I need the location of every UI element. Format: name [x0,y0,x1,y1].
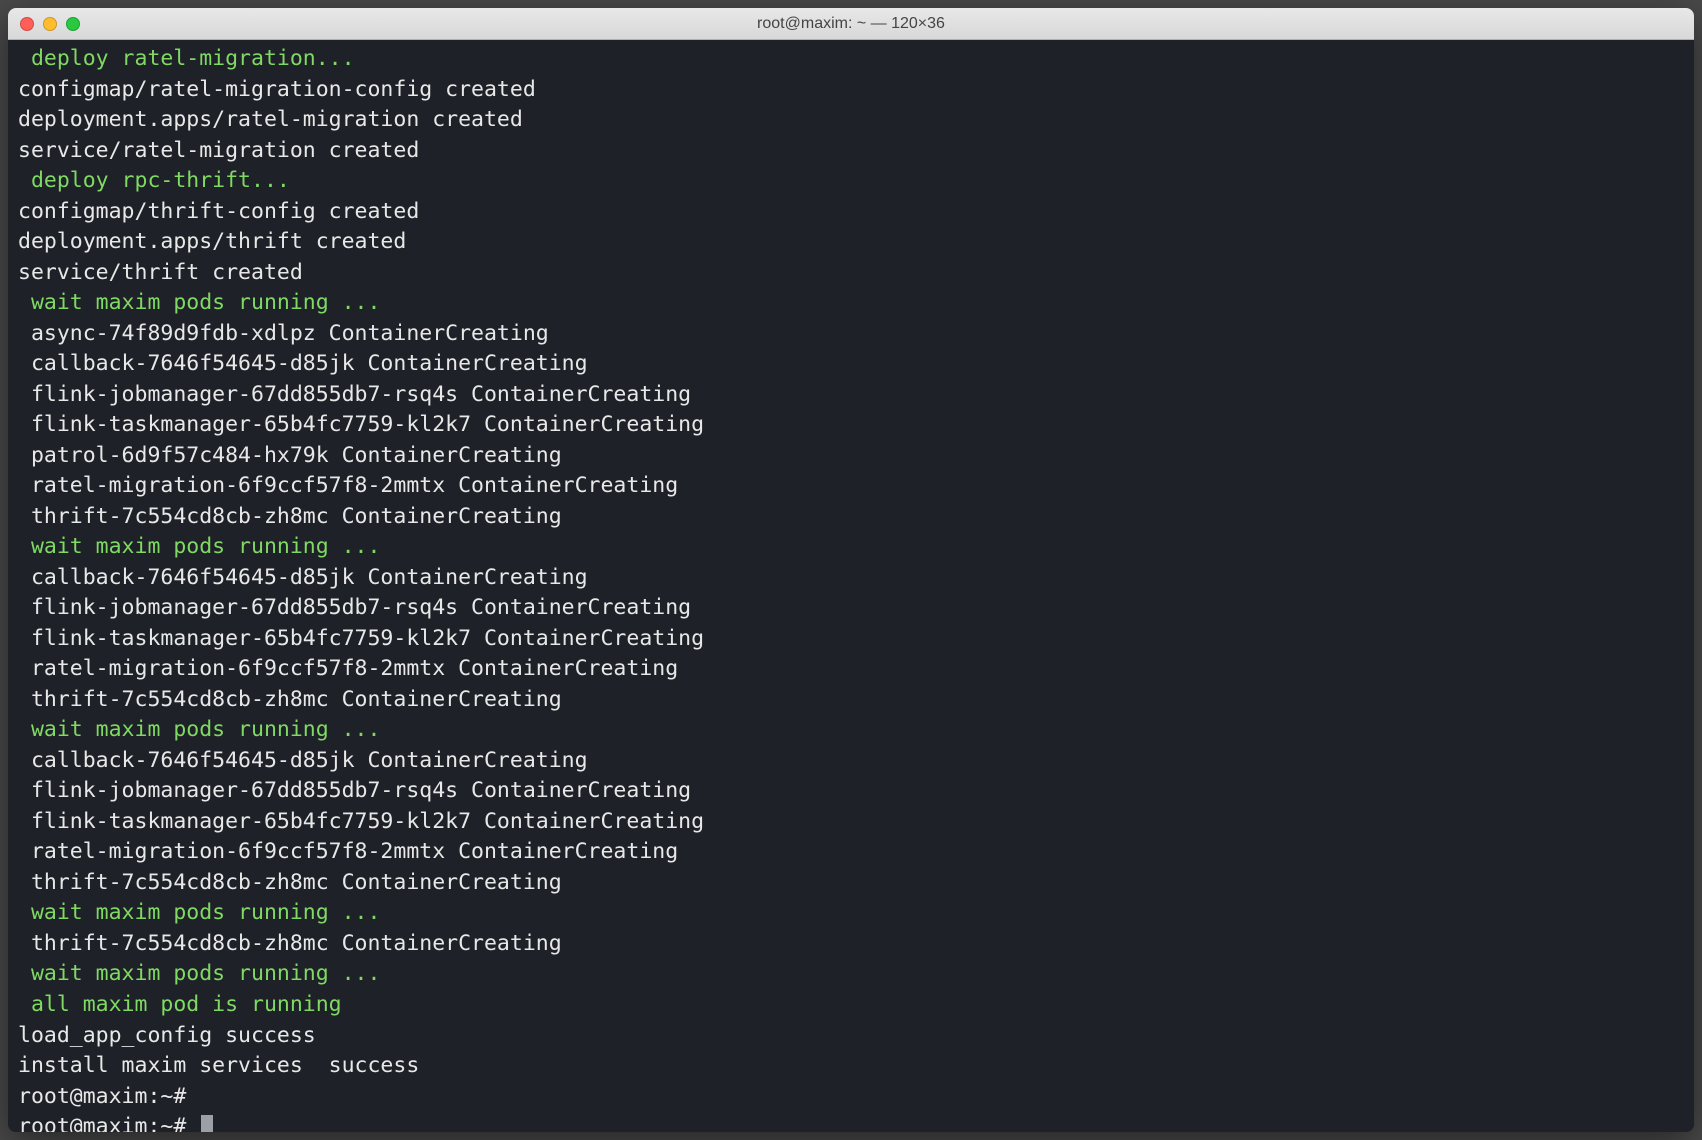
prompt-line: root@maxim:~# [18,1082,1684,1113]
shell-prompt: root@maxim:~# [18,1084,199,1109]
terminal-text: deploy rpc-thrift... [18,168,290,193]
terminal-body[interactable]: deploy ratel-migration... configmap/ratel… [8,40,1694,1132]
terminal-line: flink-taskmanager-65b4fc7759-kl2k7 Conta… [18,624,1684,655]
terminal-text: callback-7646f54645-d85jk ContainerCreat… [18,748,588,773]
terminal-text: flink-jobmanager-67dd855db7-rsq4s Contai… [18,382,691,407]
terminal-line: thrift-7c554cd8cb-zh8mc ContainerCreatin… [18,685,1684,716]
terminal-text: thrift-7c554cd8cb-zh8mc ContainerCreatin… [18,870,562,895]
terminal-text: load_app_config success [18,1023,316,1048]
terminal-text: thrift-7c554cd8cb-zh8mc ContainerCreatin… [18,931,562,956]
terminal-text: flink-taskmanager-65b4fc7759-kl2k7 Conta… [18,412,704,437]
terminal-text: install maxim services success [18,1053,419,1078]
prompt-line: root@maxim:~# [18,1112,1684,1132]
terminal-line: callback-7646f54645-d85jk ContainerCreat… [18,349,1684,380]
terminal-line: install maxim services success [18,1051,1684,1082]
terminal-line: configmap/thrift-config created [18,197,1684,228]
terminal-text: ratel-migration-6f9ccf57f8-2mmtx Contain… [18,656,678,681]
terminal-line: wait maxim pods running ... [18,288,1684,319]
terminal-line: deploy ratel-migration... [18,44,1684,75]
terminal-text: async-74f89d9fdb-xdlpz ContainerCreating [18,321,549,346]
terminal-line: flink-jobmanager-67dd855db7-rsq4s Contai… [18,380,1684,411]
terminal-text: service/thrift created [18,260,303,285]
terminal-line: flink-jobmanager-67dd855db7-rsq4s Contai… [18,776,1684,807]
terminal-line: thrift-7c554cd8cb-zh8mc ContainerCreatin… [18,868,1684,899]
terminal-text: deployment.apps/ratel-migration created [18,107,523,132]
terminal-text: wait maxim pods running ... [18,534,380,559]
close-button[interactable] [20,17,34,31]
terminal-line: all maxim pod is running [18,990,1684,1021]
cursor [201,1115,213,1132]
traffic-lights [20,17,80,31]
terminal-text: configmap/thrift-config created [18,199,419,224]
terminal-text: deployment.apps/thrift created [18,229,406,254]
terminal-line: wait maxim pods running ... [18,898,1684,929]
terminal-line: thrift-7c554cd8cb-zh8mc ContainerCreatin… [18,502,1684,533]
terminal-line: load_app_config success [18,1021,1684,1052]
terminal-text: flink-taskmanager-65b4fc7759-kl2k7 Conta… [18,809,704,834]
terminal-line: thrift-7c554cd8cb-zh8mc ContainerCreatin… [18,929,1684,960]
terminal-line: callback-7646f54645-d85jk ContainerCreat… [18,746,1684,777]
terminal-text: patrol-6d9f57c484-hx79k ContainerCreatin… [18,443,562,468]
terminal-line: service/ratel-migration created [18,136,1684,167]
terminal-text: ratel-migration-6f9ccf57f8-2mmtx Contain… [18,473,678,498]
terminal-window: root@maxim: ~ — 120×36 deploy ratel-migr… [8,8,1694,1132]
terminal-text: wait maxim pods running ... [18,961,380,986]
terminal-line: wait maxim pods running ... [18,532,1684,563]
terminal-line: ratel-migration-6f9ccf57f8-2mmtx Contain… [18,837,1684,868]
terminal-line: patrol-6d9f57c484-hx79k ContainerCreatin… [18,441,1684,472]
terminal-line: deployment.apps/thrift created [18,227,1684,258]
terminal-text: flink-jobmanager-67dd855db7-rsq4s Contai… [18,778,691,803]
terminal-text: all maxim pod is running [18,992,342,1017]
terminal-text: callback-7646f54645-d85jk ContainerCreat… [18,565,588,590]
terminal-line: callback-7646f54645-d85jk ContainerCreat… [18,563,1684,594]
terminal-text: thrift-7c554cd8cb-zh8mc ContainerCreatin… [18,504,562,529]
terminal-line: ratel-migration-6f9ccf57f8-2mmtx Contain… [18,471,1684,502]
minimize-button[interactable] [43,17,57,31]
terminal-text: configmap/ratel-migration-config created [18,77,536,102]
terminal-line: wait maxim pods running ... [18,959,1684,990]
terminal-line: flink-jobmanager-67dd855db7-rsq4s Contai… [18,593,1684,624]
terminal-text: flink-jobmanager-67dd855db7-rsq4s Contai… [18,595,691,620]
terminal-line: flink-taskmanager-65b4fc7759-kl2k7 Conta… [18,807,1684,838]
terminal-text: wait maxim pods running ... [18,290,380,315]
shell-prompt: root@maxim:~# [18,1114,199,1132]
terminal-text: thrift-7c554cd8cb-zh8mc ContainerCreatin… [18,687,562,712]
terminal-text: service/ratel-migration created [18,138,419,163]
terminal-line: wait maxim pods running ... [18,715,1684,746]
terminal-text: callback-7646f54645-d85jk ContainerCreat… [18,351,588,376]
window-title: root@maxim: ~ — 120×36 [8,15,1694,33]
terminal-line: configmap/ratel-migration-config created [18,75,1684,106]
terminal-line: flink-taskmanager-65b4fc7759-kl2k7 Conta… [18,410,1684,441]
terminal-text: wait maxim pods running ... [18,900,380,925]
terminal-text: deploy ratel-migration... [18,46,355,71]
titlebar: root@maxim: ~ — 120×36 [8,8,1694,40]
terminal-text: flink-taskmanager-65b4fc7759-kl2k7 Conta… [18,626,704,651]
terminal-line: async-74f89d9fdb-xdlpz ContainerCreating [18,319,1684,350]
terminal-text: wait maxim pods running ... [18,717,380,742]
maximize-button[interactable] [66,17,80,31]
terminal-line: deploy rpc-thrift... [18,166,1684,197]
terminal-line: ratel-migration-6f9ccf57f8-2mmtx Contain… [18,654,1684,685]
terminal-line: service/thrift created [18,258,1684,289]
terminal-line: deployment.apps/ratel-migration created [18,105,1684,136]
terminal-text: ratel-migration-6f9ccf57f8-2mmtx Contain… [18,839,678,864]
